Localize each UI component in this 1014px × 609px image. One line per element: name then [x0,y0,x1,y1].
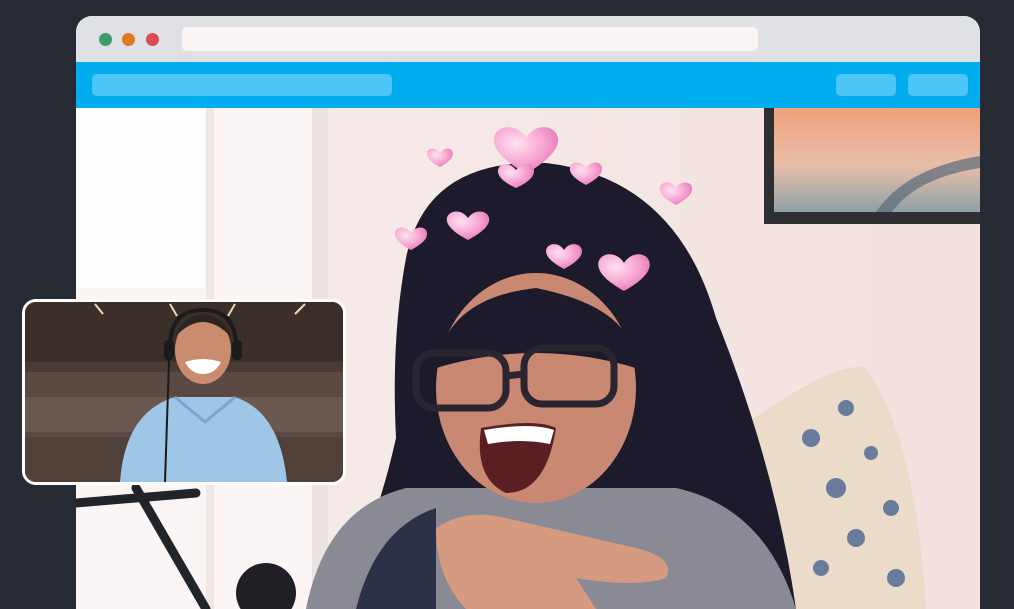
minimize-dot[interactable] [122,33,135,46]
self-view-video[interactable] [22,299,346,485]
meeting-title-field[interactable] [92,74,392,96]
maximize-dot[interactable] [99,33,112,46]
address-bar[interactable] [182,27,758,51]
toolbar-button-1[interactable] [836,74,896,96]
app-toolbar [76,62,980,108]
close-dot[interactable] [146,33,159,46]
local-participant-video [25,302,343,482]
toolbar-button-2[interactable] [908,74,968,96]
title-bar [76,16,980,62]
